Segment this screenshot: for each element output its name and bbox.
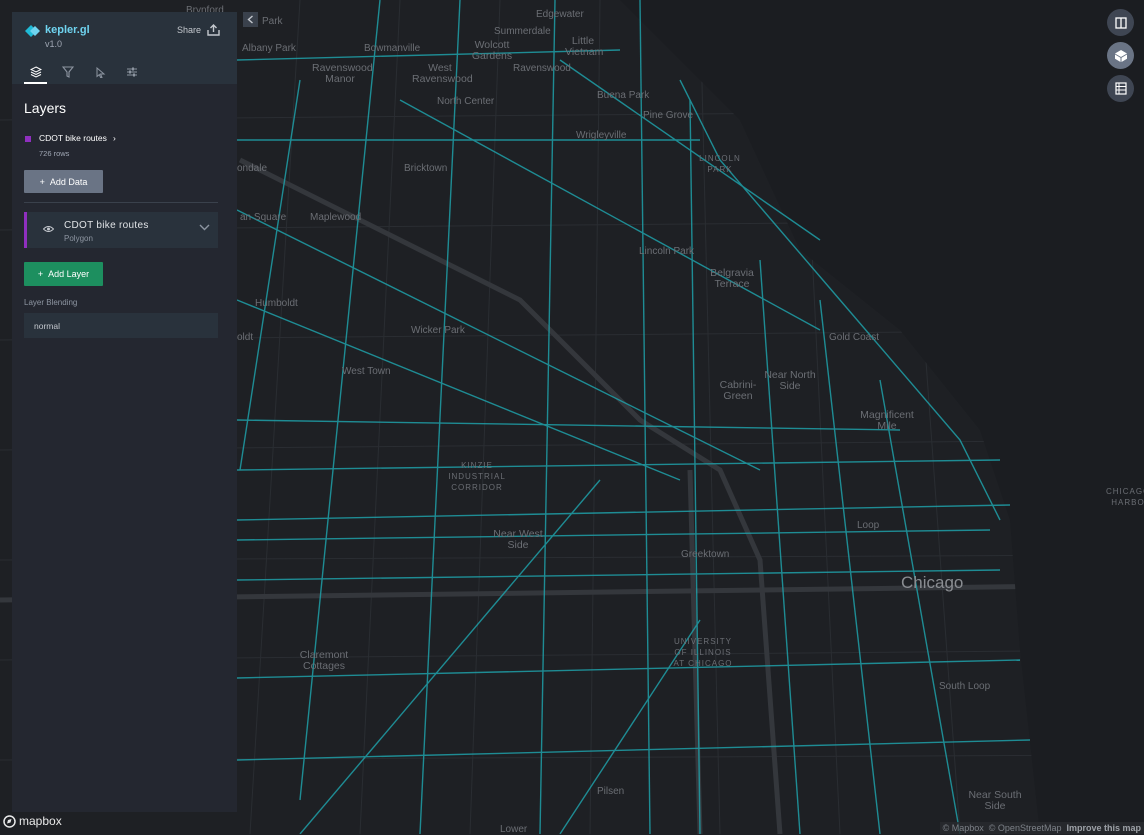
map-label: Belgravia Terrace: [710, 267, 754, 290]
map-label: Near North Side: [764, 369, 816, 392]
split-map-button[interactable]: [1107, 9, 1134, 36]
legend-icon: [1114, 82, 1127, 95]
dataset-name[interactable]: CDOT bike routes: [39, 133, 107, 143]
mapbox-logo[interactable]: mapbox: [3, 814, 62, 828]
dataset-color-swatch: [25, 136, 31, 142]
layer-blending-label: Layer Blending: [24, 298, 78, 307]
map-label: South Loop: [939, 681, 991, 692]
map-label: Wolcott Gardens: [471, 39, 513, 62]
map-label: Little Vietnam: [565, 35, 604, 58]
add-layer-button[interactable]: + Add Layer: [24, 262, 103, 286]
map-attribution: © Mapbox © OpenStreetMap Improve this ma…: [939, 822, 1144, 834]
layer-type: Polygon: [64, 234, 93, 243]
add-data-button[interactable]: + Add Data: [24, 170, 103, 193]
panel-tabs: [24, 60, 143, 84]
map-label: Wicker Park: [411, 325, 465, 336]
map-label: Edgewater: [536, 9, 584, 20]
map-label: Buena Park: [597, 90, 650, 101]
split-map-icon: [1114, 16, 1127, 29]
map-label: Humboldt: [255, 298, 298, 309]
map-label: Wrigleyville: [576, 130, 627, 141]
layer-name: CDOT bike routes: [64, 220, 149, 231]
map-label: Near South Side: [968, 789, 1022, 812]
layer-panel-cdot-bike-routes[interactable]: CDOT bike routes Polygon: [24, 212, 218, 248]
share-label: Share: [176, 25, 201, 35]
map-label: oldt: [237, 332, 254, 343]
share-button[interactable]: Share: [177, 24, 220, 36]
collapse-panel-button[interactable]: [243, 12, 258, 27]
chevron-down-icon[interactable]: [199, 224, 210, 231]
attribution-osm-link[interactable]: © OpenStreetMap: [989, 822, 1062, 834]
map-label: Chicago: [901, 573, 964, 592]
app-version: v1.0: [45, 39, 63, 49]
map-label: Cabrini-Green: [719, 379, 757, 402]
map-label: KINZIE INDUSTRIAL CORRIDOR: [448, 461, 506, 492]
map-label: Maplewood: [310, 212, 362, 223]
filter-icon: [61, 65, 74, 78]
map-label: Bricktown: [404, 163, 448, 174]
map-label: UNIVERSITY OF ILLINOIS AT CHICAGO: [673, 637, 733, 668]
map-label: Lincoln Park: [639, 246, 695, 257]
map-label: Summerdale: [494, 26, 551, 37]
map-label: Pilsen: [597, 786, 625, 797]
tab-map-styles[interactable]: [120, 60, 143, 83]
section-title: Layers: [24, 100, 67, 116]
layer-blending-select[interactable]: normal: [24, 313, 218, 338]
side-panel: kepler.gl v1.0 Share Layers CDOT bike ro…: [12, 12, 237, 812]
map-label: Gold Coast: [829, 332, 880, 343]
map-label: Loop: [857, 520, 880, 531]
plus-icon: +: [37, 269, 44, 279]
tab-filters[interactable]: [56, 60, 79, 83]
dataset-row-count: 726 rows: [39, 149, 70, 158]
settings-sliders-icon: [126, 67, 137, 76]
eye-icon[interactable]: [43, 225, 54, 233]
3d-view-button[interactable]: [1107, 42, 1134, 69]
map-label: an Square: [240, 212, 287, 223]
tab-layers[interactable]: [24, 60, 47, 84]
plus-icon: +: [39, 176, 45, 187]
mapbox-logo-text: mapbox: [19, 814, 62, 828]
map-label: ondale: [237, 163, 268, 174]
map-label: North Center: [437, 96, 495, 107]
map-label: Magnificent Mile: [860, 409, 914, 432]
kepler-logo-icon: [25, 25, 40, 37]
tab-interactions[interactable]: [88, 60, 111, 83]
map-label: Near West Side: [493, 528, 543, 551]
divider: [24, 202, 218, 203]
legend-button[interactable]: [1107, 75, 1134, 102]
layers-icon: [29, 65, 42, 78]
share-icon: [207, 24, 220, 36]
map-label: Ravenswood: [513, 63, 571, 74]
map-label: Ravenswood Manor: [312, 62, 373, 85]
map-label: West Ravenswood: [412, 62, 473, 85]
add-data-label: Add Data: [49, 176, 88, 187]
map-label: Claremont Cottages: [299, 649, 349, 672]
map-label: Lower: [500, 824, 528, 835]
panel-header: kepler.gl v1.0 Share: [12, 12, 237, 84]
map-label: Park: [262, 16, 283, 27]
map-label: Bowmanville: [364, 43, 421, 54]
map-label: LINCOLN PARK: [699, 154, 741, 174]
chevron-left-icon: [247, 15, 253, 24]
add-layer-label: Add Layer: [48, 269, 90, 279]
map-label: Albany Park: [242, 43, 296, 54]
improve-map-link[interactable]: Improve this map: [1066, 822, 1141, 834]
mapbox-logo-icon: [3, 814, 16, 828]
map-label: West Town: [342, 366, 391, 377]
map-label: CHICAGO HARBO: [1106, 487, 1144, 507]
attribution-mapbox-link[interactable]: © Mapbox: [943, 822, 984, 834]
map-label: Greektown: [681, 549, 730, 560]
chevron-right-icon[interactable]: ›: [113, 133, 116, 143]
cube-icon: [1114, 49, 1127, 62]
app-title: kepler.gl: [45, 24, 90, 36]
cursor-icon: [96, 66, 105, 78]
map-label: Pine Grove: [643, 110, 694, 121]
